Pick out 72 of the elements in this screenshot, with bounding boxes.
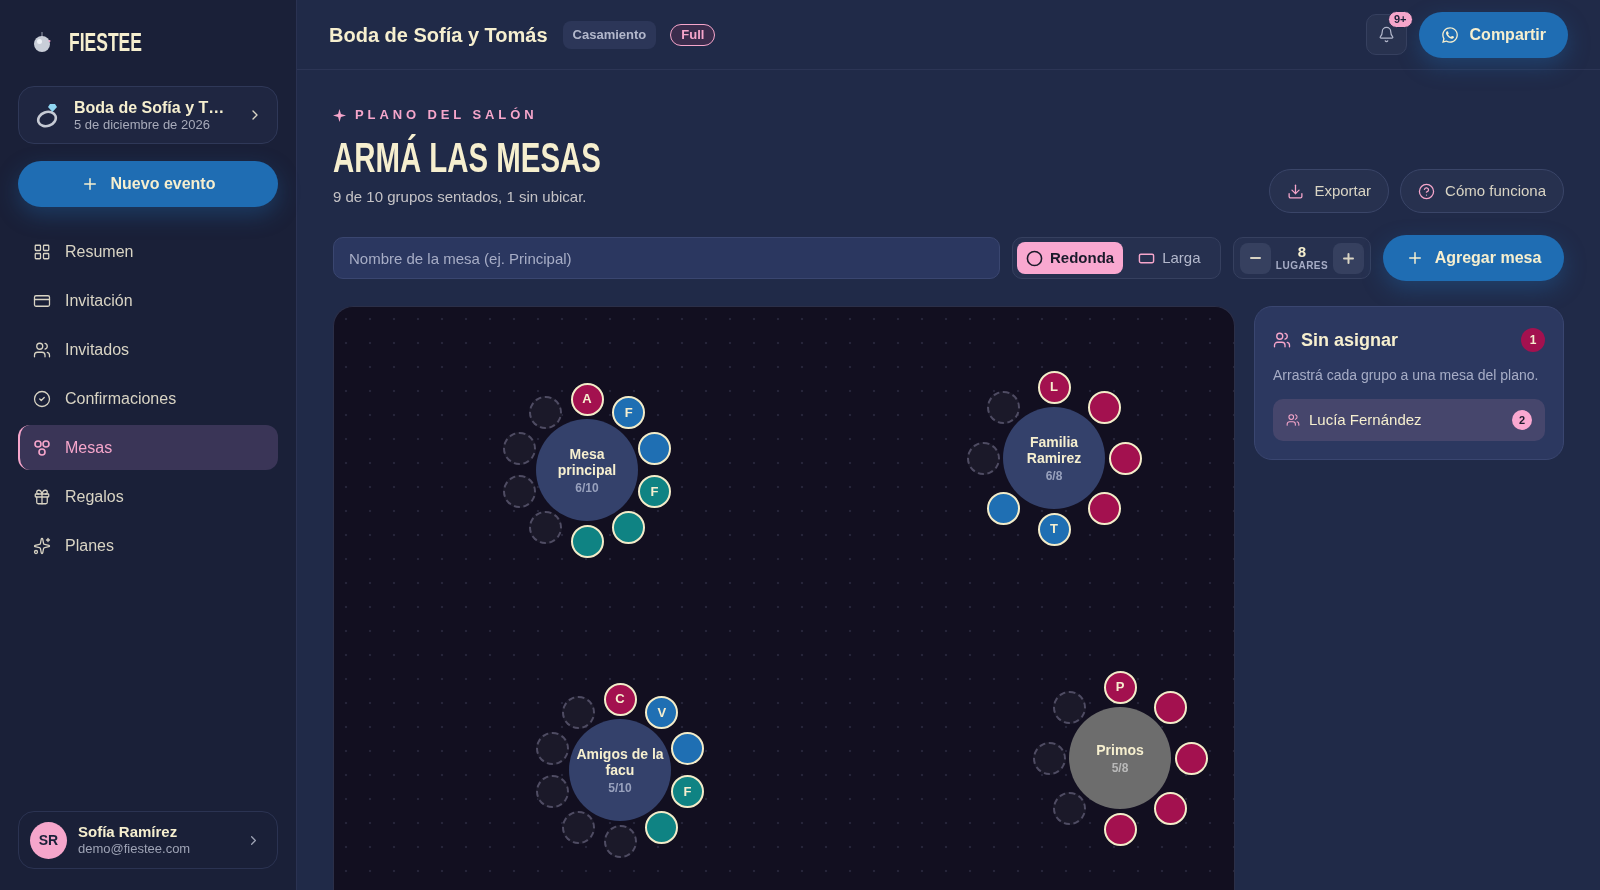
nav-item[interactable]: Invitados bbox=[18, 327, 278, 372]
logo-wordmark: FIESTEE bbox=[69, 28, 142, 56]
user-name: Sofía Ramírez bbox=[78, 823, 178, 841]
event-title: Boda de Sofía y T… bbox=[74, 97, 225, 117]
guest-seat: C bbox=[603, 682, 637, 716]
guest-seat: F bbox=[671, 775, 704, 809]
page-header-title: Boda de Sofía y Tomás bbox=[329, 22, 548, 48]
action-button[interactable]: Cómo funciona bbox=[1400, 169, 1564, 213]
whatsapp-icon bbox=[1440, 25, 1459, 44]
shape-option[interactable]: Redonda bbox=[1017, 242, 1124, 274]
guest-seat: A bbox=[570, 382, 604, 416]
plus-icon bbox=[1343, 252, 1354, 264]
table-count: 6/10 bbox=[575, 480, 599, 495]
download-icon bbox=[1287, 182, 1305, 200]
avatar: SR bbox=[30, 821, 67, 859]
guest-seat: L bbox=[1037, 370, 1071, 404]
seat-count-label: LUGARES bbox=[1275, 260, 1329, 272]
nav-item[interactable]: Mesas bbox=[18, 425, 278, 470]
new-event-button[interactable]: Nuevo evento bbox=[18, 161, 278, 207]
sparkle-icon bbox=[333, 108, 346, 122]
share-button[interactable]: Compartir bbox=[1418, 11, 1568, 58]
table-name-field[interactable]: Nombre de la mesa (ej. Principal) bbox=[333, 237, 1000, 279]
grid-icon bbox=[33, 242, 51, 261]
panel-title: Sin asignar bbox=[1301, 328, 1399, 352]
table-name: Amigos de la facu bbox=[575, 745, 665, 778]
circles-icon bbox=[33, 438, 51, 457]
users-icon bbox=[33, 340, 51, 359]
gift-icon bbox=[33, 487, 51, 506]
table-name: Mesa principal bbox=[556, 445, 618, 478]
seat-count: 8 bbox=[1297, 244, 1307, 260]
user-card[interactable]: SR Sofía Ramírez demo@fiestee.com bbox=[18, 811, 278, 869]
add-table-button[interactable]: Agregar mesa bbox=[1383, 235, 1564, 281]
increase-button[interactable] bbox=[1333, 242, 1364, 274]
help-icon bbox=[1418, 182, 1436, 200]
circle-icon bbox=[1026, 249, 1043, 267]
notification-badge: 9+ bbox=[1388, 11, 1413, 28]
user-email: demo@fiestee.com bbox=[78, 841, 191, 857]
plan-tag: Full bbox=[670, 23, 716, 46]
group-name: Lucía Fernández bbox=[1309, 409, 1422, 430]
group-size-badge: 2 bbox=[1512, 410, 1532, 430]
decrease-button[interactable] bbox=[1240, 242, 1271, 274]
guest-seat: P bbox=[1103, 670, 1137, 704]
users-icon bbox=[1286, 413, 1300, 427]
sparkles-icon bbox=[33, 536, 51, 555]
nav-item[interactable]: Resumen bbox=[18, 229, 278, 274]
event-selector[interactable]: Boda de Sofía y T… 5 de diciembre de 2026 bbox=[18, 86, 278, 144]
nav-item[interactable]: Confirmaciones bbox=[18, 376, 278, 421]
panel-hint: Arrastrá cada grupo a una mesa del plano. bbox=[1273, 366, 1540, 385]
action-button[interactable]: Exportar bbox=[1269, 169, 1390, 213]
page-subtitle: 9 de 10 grupos sentados, 1 sin ubicar. bbox=[333, 187, 587, 207]
event-type-tag: Casamiento bbox=[562, 20, 657, 49]
guest-group-item[interactable]: Lucía Fernández 2 bbox=[1273, 399, 1545, 441]
nav-item[interactable]: Regalos bbox=[18, 474, 278, 519]
table-name: Primos bbox=[1096, 741, 1144, 758]
disco-ball-icon bbox=[33, 32, 51, 52]
minus-icon bbox=[1250, 257, 1261, 259]
table-count: 5/8 bbox=[1111, 760, 1129, 775]
nav-item[interactable]: Invitación bbox=[18, 278, 278, 323]
bell-icon bbox=[1377, 26, 1395, 43]
table-name: Familia Ramirez bbox=[1025, 433, 1083, 466]
users-icon bbox=[1273, 331, 1291, 349]
section-eyebrow: PLANO DEL SALÓN bbox=[355, 108, 538, 122]
count-badge: 1 bbox=[1521, 328, 1545, 352]
table-count: 5/10 bbox=[608, 780, 632, 795]
nav-item[interactable]: Planes bbox=[18, 523, 278, 568]
guest-seat: F bbox=[638, 475, 671, 509]
event-date: 5 de diciembre de 2026 bbox=[74, 116, 210, 133]
ring-icon bbox=[36, 102, 60, 128]
shape-option[interactable]: Larga bbox=[1129, 242, 1210, 274]
check-circle-icon bbox=[33, 389, 51, 408]
table-count: 6/8 bbox=[1045, 468, 1063, 483]
guest-seat: T bbox=[1037, 512, 1071, 546]
